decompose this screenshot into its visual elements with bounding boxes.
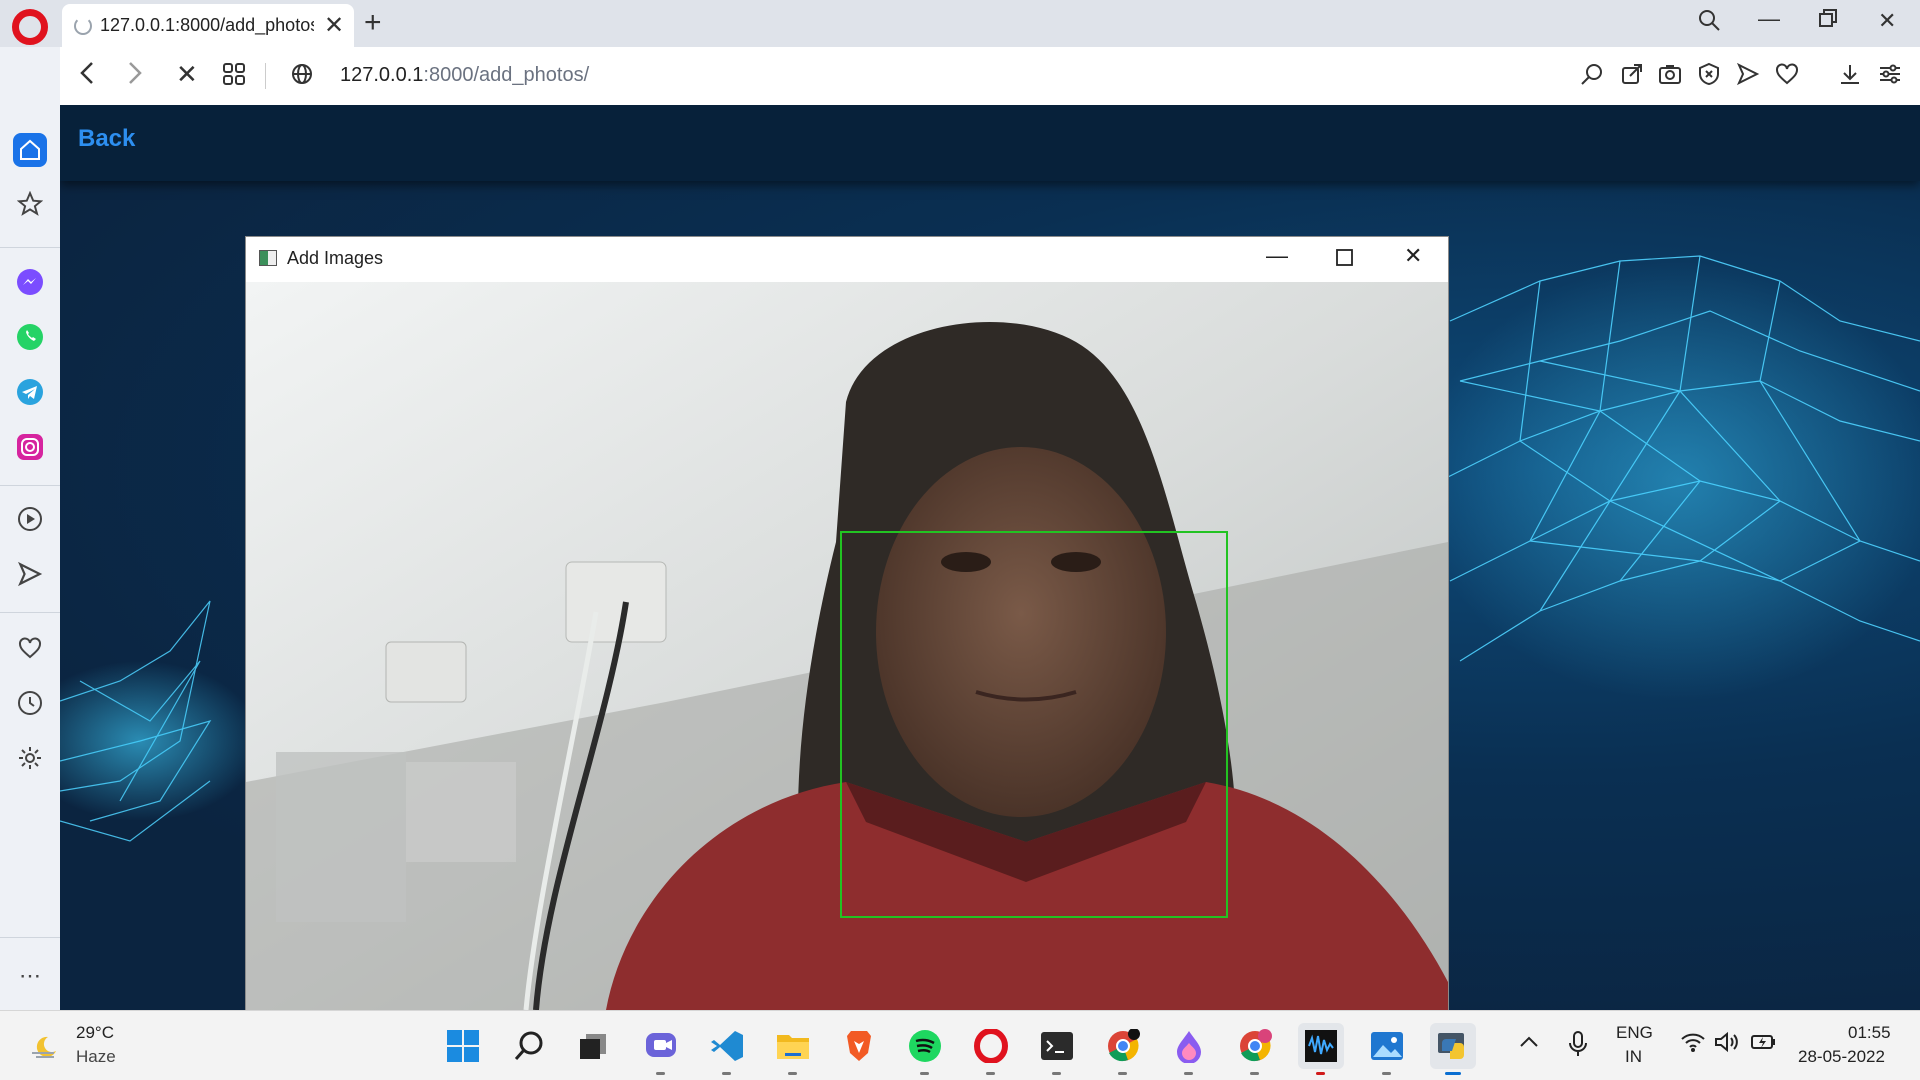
home-icon[interactable]: [13, 133, 47, 167]
instagram-icon[interactable]: [13, 430, 47, 464]
clock-date[interactable]: 28-05-2022: [1798, 1047, 1885, 1067]
minimize-icon[interactable]: —: [1758, 6, 1780, 32]
page-navbar: Back: [60, 105, 1920, 181]
favorites-heart-icon[interactable]: [13, 631, 47, 665]
brave-browser-icon[interactable]: [836, 1023, 882, 1069]
language-indicator[interactable]: ENG: [1616, 1023, 1653, 1043]
download-icon[interactable]: [1838, 62, 1864, 88]
address-bar: ✕ 127.0.0.1:8000/add_photos/: [60, 47, 1920, 105]
url-path: :8000/add_photos/: [423, 64, 590, 86]
chrome-icon[interactable]: [1100, 1023, 1146, 1075]
spotify-icon[interactable]: [902, 1023, 948, 1075]
tab-overview-icon[interactable]: [222, 62, 246, 92]
sidebar-divider: [0, 937, 60, 938]
running-indicator: [788, 1072, 797, 1075]
url-host: 127.0.0.1: [340, 64, 424, 86]
running-indicator: [1052, 1072, 1061, 1075]
add-images-window: Add Images — ✕: [245, 236, 1449, 1010]
loading-spinner-icon: [74, 17, 92, 35]
zoom-icon[interactable]: [1580, 62, 1606, 88]
heart-icon[interactable]: [1775, 62, 1801, 88]
messenger-icon[interactable]: [13, 265, 47, 299]
file-explorer-icon[interactable]: [770, 1023, 816, 1075]
weather-temperature[interactable]: 29°C: [76, 1023, 114, 1043]
photos-icon[interactable]: [1364, 1023, 1410, 1075]
clock-time[interactable]: 01:55: [1848, 1023, 1891, 1043]
browser-tab[interactable]: 127.0.0.1:8000/add_photos/ ✕: [62, 4, 354, 47]
flow-icon[interactable]: [13, 557, 47, 591]
windows-taskbar: 29°C Haze ENG IN 01:55 28-05-2022: [0, 1010, 1920, 1080]
sidebar-divider: [0, 485, 60, 486]
weather-description[interactable]: Haze: [76, 1047, 116, 1067]
running-indicator: [1118, 1072, 1127, 1075]
weather-haze-icon[interactable]: [30, 1031, 60, 1061]
running-indicator: [1184, 1072, 1193, 1075]
player-icon[interactable]: [13, 502, 47, 536]
microphone-icon[interactable]: [1568, 1031, 1588, 1063]
search-tabs-icon[interactable]: [1697, 8, 1721, 38]
keyboard-region[interactable]: IN: [1625, 1047, 1642, 1067]
url-field[interactable]: 127.0.0.1:8000/add_photos/: [340, 64, 589, 87]
telegram-icon[interactable]: [13, 375, 47, 409]
toolbar-divider: [265, 63, 266, 89]
running-indicator: [920, 1072, 929, 1075]
app-window-icon: [259, 250, 277, 266]
settings-gear-icon[interactable]: [13, 741, 47, 775]
send-icon[interactable]: [1736, 62, 1762, 88]
active-indicator: [1445, 1072, 1461, 1075]
forward-nav-icon[interactable]: [124, 59, 144, 93]
chat-app-icon[interactable]: [638, 1023, 684, 1075]
chrome-profile-icon[interactable]: [1232, 1023, 1278, 1075]
window-minimize-icon[interactable]: —: [1266, 243, 1288, 269]
tab-close-icon[interactable]: ✕: [324, 11, 344, 40]
volume-icon[interactable]: [1714, 1031, 1740, 1059]
globe-icon[interactable]: [290, 62, 314, 92]
running-indicator: [1316, 1072, 1325, 1075]
window-title-bar[interactable]: Add Images — ✕: [246, 237, 1448, 281]
stop-loading-icon[interactable]: ✕: [176, 59, 198, 89]
vscode-icon[interactable]: [704, 1023, 750, 1075]
running-indicator: [656, 1072, 665, 1075]
browser-tab-bar: 127.0.0.1:8000/add_photos/ ✕ + — ✕: [0, 0, 1920, 47]
restore-icon[interactable]: [1818, 8, 1838, 34]
share-icon[interactable]: [1620, 62, 1646, 88]
back-nav-icon[interactable]: [78, 59, 98, 93]
battery-charging-icon[interactable]: [1750, 1031, 1778, 1059]
show-hidden-icons-chevron-up-icon[interactable]: [1518, 1031, 1540, 1059]
running-indicator: [1382, 1072, 1391, 1075]
browser-sidebar: ⋯: [0, 47, 60, 1010]
wifi-icon[interactable]: [1680, 1031, 1706, 1059]
paint-app-icon[interactable]: [1166, 1023, 1212, 1075]
close-window-icon[interactable]: ✕: [1878, 8, 1896, 34]
adblock-icon[interactable]: [1697, 62, 1723, 88]
sidebar-divider: [0, 247, 60, 248]
search-button-icon[interactable]: [506, 1023, 552, 1069]
back-link[interactable]: Back: [78, 125, 135, 153]
new-tab-button[interactable]: +: [364, 6, 382, 40]
window-title: Add Images: [287, 248, 384, 268]
history-clock-icon[interactable]: [13, 686, 47, 720]
window-close-icon[interactable]: ✕: [1404, 243, 1422, 269]
opera-logo-icon[interactable]: [12, 9, 48, 45]
running-indicator: [1250, 1072, 1259, 1075]
webcam-feed: [246, 282, 1448, 1010]
more-icon[interactable]: ⋯: [13, 959, 47, 993]
terminal-icon[interactable]: [1034, 1023, 1080, 1075]
snapshot-icon[interactable]: [1658, 62, 1684, 88]
task-view-icon[interactable]: [570, 1023, 616, 1069]
running-indicator: [722, 1072, 731, 1075]
audio-app-icon[interactable]: [1298, 1023, 1344, 1075]
opera-taskbar-icon[interactable]: [968, 1023, 1014, 1075]
face-detection-box: [840, 531, 1228, 918]
tab-title: 127.0.0.1:8000/add_photos/: [100, 15, 314, 35]
whatsapp-icon[interactable]: [13, 320, 47, 354]
python-window-icon[interactable]: [1430, 1023, 1476, 1075]
sidebar-divider: [0, 612, 60, 613]
star-icon[interactable]: [13, 187, 47, 221]
easy-setup-icon[interactable]: [1878, 62, 1904, 88]
start-button[interactable]: [440, 1023, 486, 1069]
window-maximize-icon[interactable]: [1336, 247, 1354, 273]
running-indicator: [986, 1072, 995, 1075]
